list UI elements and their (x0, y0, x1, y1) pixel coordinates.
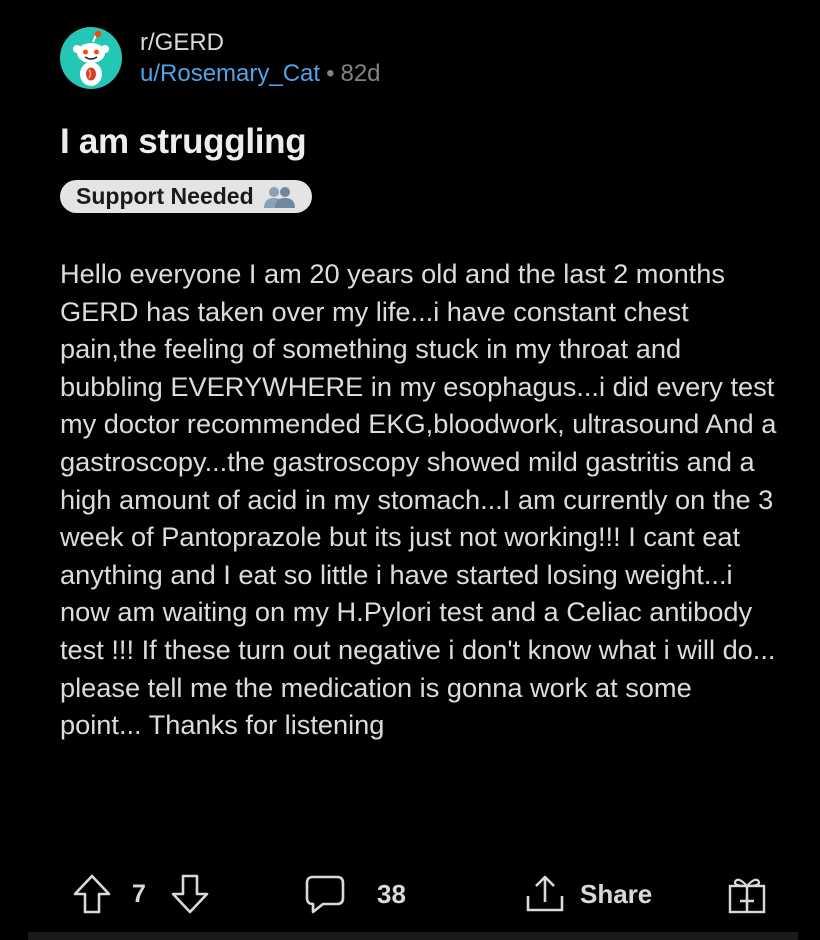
downvote-button[interactable] (170, 868, 210, 920)
post-title[interactable]: I am struggling (60, 120, 307, 164)
upvote-button[interactable] (72, 868, 112, 920)
busts-in-silhouette-icon (262, 185, 296, 209)
flair-label: Support Needed (76, 183, 254, 209)
author-username[interactable]: u/Rosemary_Cat (140, 60, 320, 87)
post-age: 82d (340, 60, 381, 87)
post-divider (28, 932, 798, 940)
arrow-up-icon (73, 874, 111, 914)
arrow-down-icon (171, 874, 209, 914)
share-icon (526, 875, 564, 912)
post-meta: u/Rosemary_Cat • 82d (140, 60, 381, 88)
vote-score: 7 (132, 879, 146, 908)
comment-count: 38 (377, 878, 406, 909)
gift-icon (728, 878, 766, 914)
meta-separator: • (326, 60, 335, 87)
post-flair[interactable]: Support Needed (60, 180, 312, 213)
action-bar: 7 38 Share (0, 868, 820, 920)
share-button[interactable]: Share (524, 868, 652, 920)
subreddit-name[interactable]: r/GERD (140, 29, 224, 57)
award-button[interactable] (726, 868, 768, 920)
post-body: Hello everyone I am 20 years old and the… (60, 258, 777, 741)
subreddit-avatar[interactable] (60, 27, 122, 89)
reddit-snoo-icon (73, 30, 109, 86)
comments-button[interactable]: 38 (303, 868, 406, 920)
comment-bubble-icon (305, 875, 345, 914)
share-label: Share (580, 878, 653, 909)
post-card: r/GERD u/Rosemary_Cat • 82d I am strugglin… (0, 0, 820, 940)
